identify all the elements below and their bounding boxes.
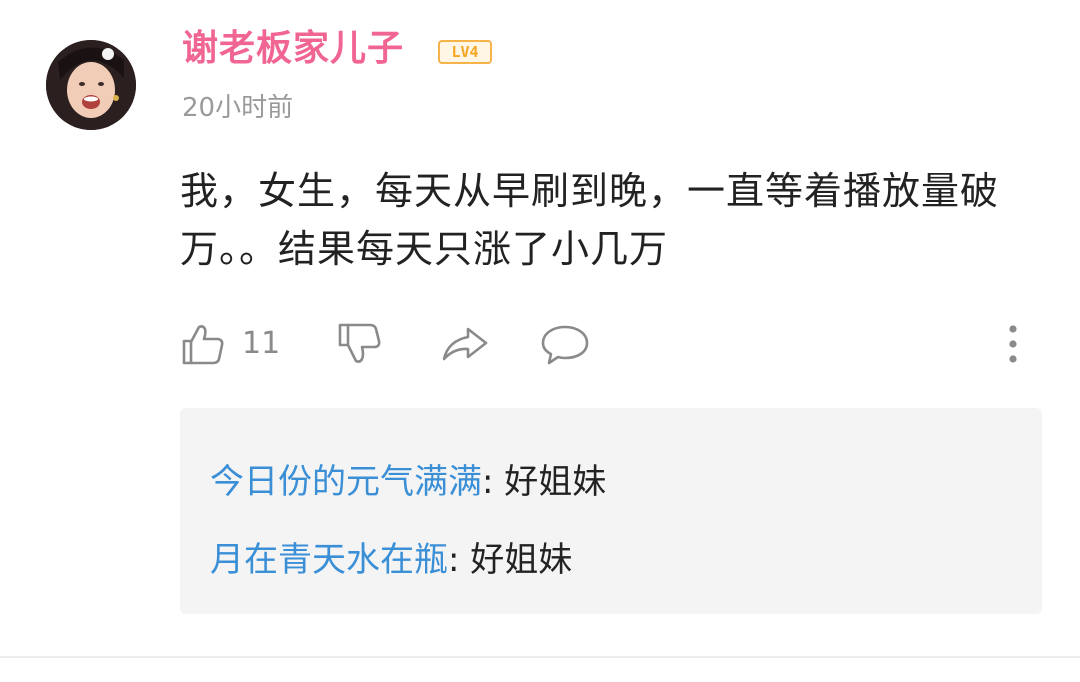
level-badge: LV4 — [438, 40, 492, 64]
timestamp: 20小时前 — [182, 93, 294, 123]
reply-text: 好姐妹 — [470, 540, 573, 580]
reply-author[interactable]: 今日份的元气满满 — [210, 462, 482, 502]
avatar-image — [46, 40, 136, 130]
replies-preview[interactable]: 今日份的元气满满: 好姐妹 月在青天水在瓶: 好姐妹 — [180, 408, 1042, 614]
share-arrow-icon — [442, 327, 488, 361]
comment-text: 我，女生，每天从早刷到晚，一直等着播放量破万。。结果每天只涨了小几万 — [180, 169, 1000, 271]
reply-author[interactable]: 月在青天水在瓶 — [210, 540, 448, 580]
divider — [0, 656, 1080, 658]
username[interactable]: 谢老板家儿子 — [182, 24, 404, 74]
share-button[interactable] — [440, 316, 490, 372]
dislike-button[interactable] — [336, 316, 382, 372]
thumbs-up-icon — [182, 325, 224, 365]
speech-bubble-icon — [541, 325, 589, 365]
reply-text: 好姐妹 — [504, 462, 607, 502]
comment-page: 谢老板家儿子 LV4 20小时前 我，女生，每天从早刷到晚，一直等着播放量破万。… — [0, 0, 1080, 682]
reply-item: 月在青天水在瓶: 好姐妹 — [210, 536, 572, 584]
like-count: 11 — [242, 326, 281, 361]
reply-item: 今日份的元气满满: 好姐妹 — [210, 458, 606, 506]
more-options-button[interactable] — [998, 316, 1028, 372]
comment-actions: 11 — [180, 316, 1040, 372]
reply-separator: : — [448, 540, 471, 580]
reply-button[interactable] — [540, 316, 590, 372]
thumbs-down-icon — [338, 323, 381, 363]
reply-separator: : — [482, 462, 505, 502]
like-button[interactable]: 11 — [180, 316, 280, 372]
avatar[interactable] — [46, 40, 136, 130]
vertical-dots-icon — [1009, 325, 1017, 363]
